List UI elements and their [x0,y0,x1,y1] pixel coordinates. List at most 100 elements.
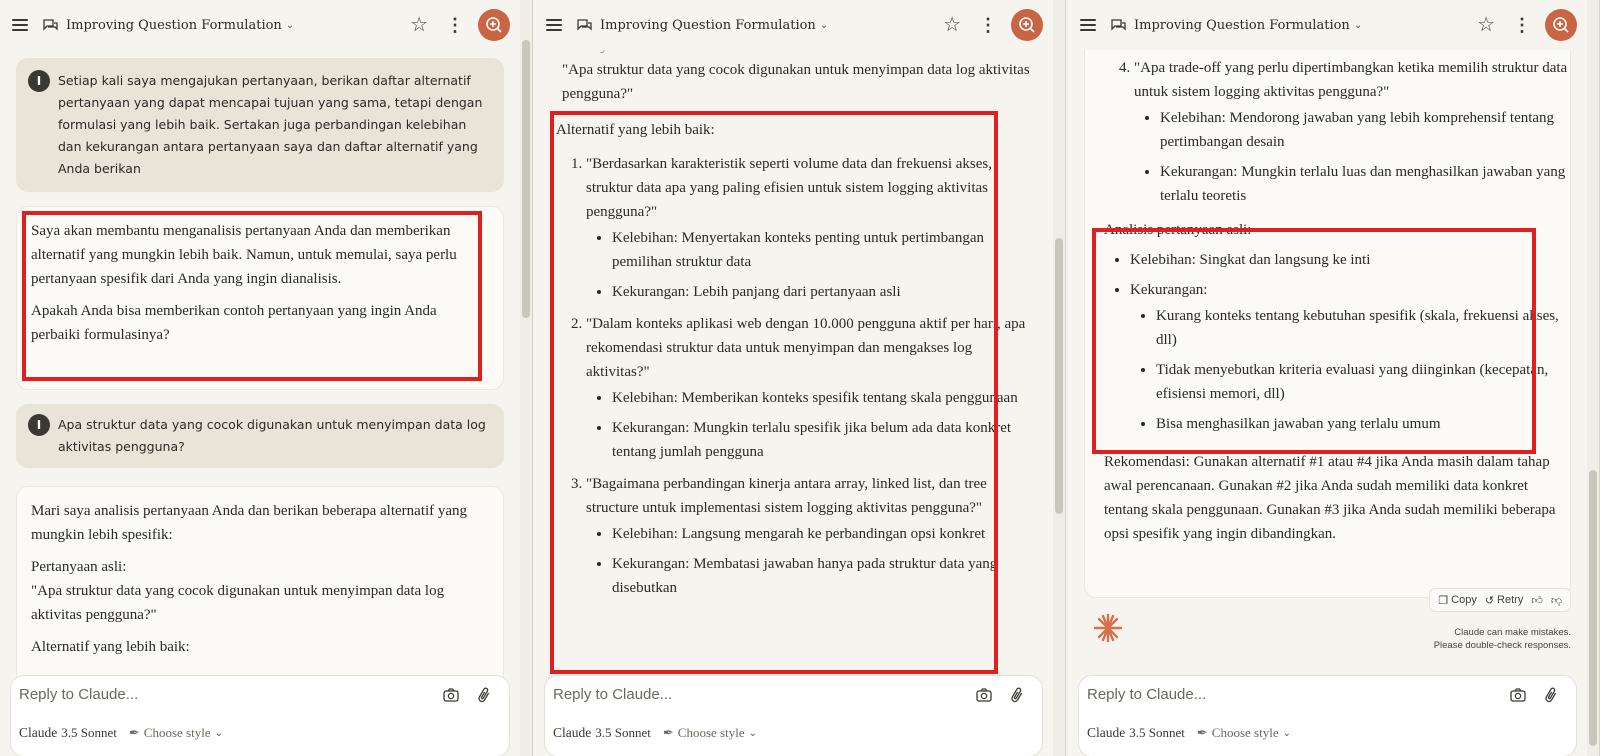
original-question: "Apa struktur data yang cocok digunakan … [562,62,1030,102]
thumbs-down-icon[interactable]: 👎︎ [1551,594,1562,607]
assistant-message: Pertanyaan asli: "Apa struktur data yang… [556,34,1037,608]
list-item: "Dalam konteks aplikasi web dengan 10.00… [586,312,1037,464]
star-icon[interactable]: ☆ [943,15,961,35]
reply-input[interactable] [1087,686,1467,703]
chat-icon [1111,19,1126,31]
analysis-con-label: Kekurangan: [1130,282,1208,298]
model-selector[interactable]: Claude 3.5 Sonnet ✒ Choose style ⌄ [19,725,223,741]
reply-input[interactable] [553,686,933,703]
new-chat-icon [486,17,502,33]
paperclip-icon[interactable] [1010,686,1024,704]
choose-style-label: Choose style [143,725,211,740]
feather-icon: ✒ [1196,725,1208,740]
paperclip-icon[interactable] [477,686,491,704]
user-message-text: Apa struktur data yang cocok digunakan u… [58,417,486,454]
menu-icon[interactable] [1080,19,1096,31]
user-avatar: I [28,70,50,92]
star-icon[interactable]: ☆ [410,15,428,35]
assistant-paragraph: Apakah Anda bisa memberikan contoh perta… [31,303,437,343]
alternatives-label: Alternatif yang lebih baik: [31,639,190,655]
con-item: Kekurangan: Membatasi jawaban hanya pada… [612,552,1037,600]
chat-panel-1: Improving Question Formulation ⌄ ☆ ⋮ I S… [0,0,533,756]
model-name: Claude [1087,725,1126,740]
alternatives-list: "Berdasarkan karakteristik seperti volum… [562,152,1037,600]
recommendation: Rekomendasi: Gunakan alternatif #1 atau … [1104,454,1556,542]
choose-style-button[interactable]: ✒ Choose style ⌄ [1197,725,1291,741]
feather-icon: ✒ [128,725,140,740]
model-selector[interactable]: Claude 3.5 Sonnet ✒ Choose style ⌄ [553,725,757,741]
thumbs-up-icon[interactable]: 👍︎ [1531,594,1543,607]
con-detail: Bisa menghasilkan jawaban yang terlalu u… [1156,412,1571,436]
user-message-text: Setiap kali saya mengajukan pertanyaan, … [58,73,483,176]
con-item: Kekurangan: Lebih panjang dari pertanyaa… [612,280,1037,304]
star-icon[interactable]: ☆ [1477,15,1495,35]
feather-icon: ✒ [662,725,674,740]
chat-panel-2: Pertanyaan asli: "Apa struktur data yang… [534,0,1066,756]
menu-icon[interactable] [546,19,562,31]
copy-icon: ❐ [1438,594,1449,607]
disclaimer: Claude can make mistakes. Please double-… [1434,626,1571,652]
camera-icon[interactable] [1510,688,1526,702]
assistant-paragraph: Mari saya analisis pertanyaan Anda dan b… [31,503,468,543]
reply-composer: Claude 3.5 Sonnet ✒ Choose style ⌄ [544,675,1043,756]
menu-icon[interactable] [12,19,28,31]
alternatives-label: Alternatif yang lebih baik: [556,122,715,138]
conversation-title[interactable]: Improving Question Formulation ⌄ [1134,18,1362,33]
scrollbar[interactable] [1587,0,1599,756]
conversation-title-text: Improving Question Formulation [600,17,816,33]
new-chat-button[interactable] [478,9,510,41]
model-name: Claude [19,725,58,740]
assistant-message: Saya akan membantu menganalisis pertanya… [16,206,504,390]
choose-style-label: Choose style [1211,725,1279,740]
pro-item: Kelebihan: Mendorong jawaban yang lebih … [1160,106,1571,154]
chevron-down-icon: ⌄ [285,19,295,31]
model-name: Claude [553,725,592,740]
analysis-list: Kelebihan: Singkat dan langsung ke inti … [1110,248,1571,436]
chevron-down-icon: ⌄ [748,727,757,739]
camera-icon[interactable] [443,688,459,702]
new-chat-button[interactable] [1545,9,1577,41]
assistant-message-content: yang disebutkan "Apa trade-off yang perl… [1104,30,1571,546]
chat-panel-3: yang disebutkan "Apa trade-off yang perl… [1068,0,1600,756]
alternatives-list: "Apa trade-off yang perlu dipertimbangka… [1110,56,1571,208]
chevron-down-icon: ⌄ [1282,727,1291,739]
assistant-message: Mari saya analisis pertanyaan Anda dan b… [16,486,504,686]
scrollbar-thumb[interactable] [1055,238,1063,514]
alternative-question: "Berdasarkan karakteristik seperti volum… [586,156,992,220]
scrollbar[interactable] [1053,0,1065,756]
model-version: 3.5 Sonnet [595,725,651,740]
camera-icon[interactable] [976,688,992,702]
chat-header: Improving Question Formulation ⌄ ☆ ⋮ [1068,0,1587,50]
user-message: I Setiap kali saya mengajukan pertanyaan… [16,58,504,192]
chat-header: Improving Question Formulation ⌄ ☆ ⋮ [534,0,1053,50]
model-selector[interactable]: Claude 3.5 Sonnet ✒ Choose style ⌄ [1087,725,1291,741]
user-message: I Apa struktur data yang cocok digunakan… [16,404,504,468]
more-vertical-icon[interactable]: ⋮ [446,16,464,34]
alternative-question: "Bagaimana perbandingan kinerja antara a… [586,476,987,516]
more-vertical-icon[interactable]: ⋮ [1513,16,1531,34]
alternative-question: "Dalam konteks aplikasi web dengan 10.00… [586,316,1026,380]
con-detail: Tidak menyebutkan kriteria evaluasi yang… [1156,358,1571,406]
choose-style-label: Choose style [677,725,745,740]
reply-input[interactable] [19,686,399,703]
assistant-paragraph: Saya akan membantu menganalisis pertanya… [31,223,457,287]
scrollbar-thumb[interactable] [522,40,530,318]
original-question-label: Pertanyaan asli: [31,559,127,575]
new-chat-button[interactable] [1011,9,1043,41]
paperclip-icon[interactable] [1544,686,1558,704]
disclaimer-line: Please double-check responses. [1433,640,1571,651]
conversation-title[interactable]: Improving Question Formulation ⌄ [66,18,294,33]
reply-composer: Claude 3.5 Sonnet ✒ Choose style ⌄ [1078,675,1577,756]
model-version: 3.5 Sonnet [61,725,117,740]
analysis-con: Kekurangan: Kurang konteks tentang kebut… [1130,278,1571,436]
retry-label: Retry [1497,594,1524,606]
scrollbar[interactable] [520,0,532,756]
conversation-title[interactable]: Improving Question Formulation ⌄ [600,18,828,33]
scrollbar-thumb[interactable] [1589,470,1597,746]
choose-style-button[interactable]: ✒ Choose style ⌄ [129,725,223,741]
copy-button[interactable]: ❐ Copy [1438,594,1477,607]
retry-button[interactable]: ↺ Retry [1485,594,1524,607]
choose-style-button[interactable]: ✒ Choose style ⌄ [663,725,757,741]
more-vertical-icon[interactable]: ⋮ [979,16,997,34]
claude-logo [1093,613,1123,643]
